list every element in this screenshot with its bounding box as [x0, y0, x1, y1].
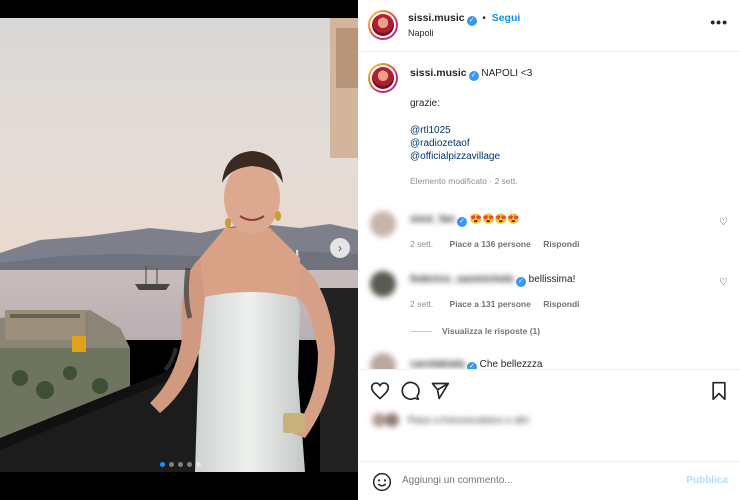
- comment-meta: 2 sett. Piace a 136 persone Rispondi: [410, 239, 580, 249]
- post-photo-pane: ›: [0, 0, 358, 500]
- comment-meta: 2 sett. Piace a 131 persone Rispondi: [410, 299, 580, 309]
- view-replies-button[interactable]: Visualizza le risposte (1): [410, 326, 540, 337]
- liker-avatar: [372, 413, 386, 427]
- heart-icon[interactable]: [370, 381, 390, 401]
- comment-time: 2 sett.: [410, 299, 434, 309]
- carousel-dot: [178, 462, 183, 467]
- caption-meta: Elemento modificato · 2 sett.: [410, 176, 518, 186]
- comment-input[interactable]: [402, 475, 662, 486]
- carousel-dot: [169, 462, 174, 467]
- publish-button[interactable]: Pubblica: [686, 475, 728, 486]
- comment-icon[interactable]: [400, 381, 420, 401]
- comment-text: 😍😍😍😍: [469, 214, 520, 225]
- carousel-next-button[interactable]: ›: [330, 238, 350, 258]
- commenter-avatar[interactable]: [370, 271, 396, 297]
- post-image[interactable]: [0, 18, 358, 472]
- comments-section: sissi.music ✓ NAPOLI <3 grazie: @rtl1025 …: [358, 53, 740, 369]
- post-header: sissi.music ✓ • Segui Napoli •••: [358, 0, 740, 52]
- follow-button[interactable]: Segui: [492, 12, 521, 24]
- caption-author-avatar[interactable]: [368, 63, 398, 93]
- comment-username[interactable]: federico_sanmichele: [410, 273, 514, 285]
- bookmark-icon[interactable]: [710, 381, 728, 401]
- post-caption: sissi.music ✓ NAPOLI <3 grazie: @rtl1025 …: [410, 67, 720, 188]
- comment-likes[interactable]: Piace a 136 persone: [450, 239, 531, 249]
- photo-scene: [0, 18, 358, 472]
- post-location[interactable]: Napoli: [408, 28, 434, 38]
- reply-button[interactable]: Rispondi: [543, 299, 579, 309]
- comment: carolabiala ✓ Che bellezzza: [410, 358, 542, 369]
- author-username[interactable]: sissi.music: [408, 12, 465, 24]
- comment: federico_sanmichele ✓ bellissima!: [410, 273, 575, 287]
- verified-badge-icon: ✓: [466, 362, 477, 369]
- mention-link[interactable]: @officialpizzavillage: [410, 150, 720, 163]
- post-actions: Piace a francescaliano e altri: [358, 369, 740, 429]
- verified-badge-icon: ✓: [456, 217, 467, 227]
- author-avatar[interactable]: [368, 10, 398, 40]
- carousel-dot: [196, 462, 201, 467]
- comment-username[interactable]: carolabiala: [410, 358, 465, 369]
- liker-avatar: [384, 413, 399, 427]
- caption-text: NAPOLI <3: [481, 68, 533, 79]
- comment: sissi_fan ✓ 😍😍😍😍: [410, 213, 520, 227]
- carousel-dot: [160, 462, 165, 467]
- mention-link[interactable]: @radiozetaof: [410, 137, 720, 150]
- commenter-avatar[interactable]: [370, 353, 396, 369]
- separator-dot: •: [482, 13, 486, 24]
- share-icon[interactable]: [430, 381, 450, 401]
- comment-like-heart-icon[interactable]: ♡: [719, 217, 728, 228]
- emoji-icon[interactable]: [372, 472, 392, 492]
- reply-button[interactable]: Rispondi: [543, 239, 579, 249]
- verified-badge-icon: ✓: [466, 16, 477, 26]
- post-side-panel: sissi.music ✓ • Segui Napoli ••• sissi.mu…: [358, 0, 740, 500]
- comment-like-heart-icon[interactable]: ♡: [719, 277, 728, 288]
- comment-time: 2 sett.: [410, 239, 434, 249]
- verified-badge-icon: ✓: [515, 277, 526, 287]
- likes-summary[interactable]: Piace a francescaliano e altri: [372, 413, 592, 429]
- comment-composer: Pubblica: [358, 461, 740, 500]
- likes-summary-text: Piace a francescaliano e altri: [407, 414, 530, 426]
- carousel-indicator: [160, 462, 201, 467]
- more-options-icon[interactable]: •••: [710, 14, 728, 30]
- comment-text: bellissima!: [528, 274, 576, 285]
- caption-username[interactable]: sissi.music: [410, 67, 467, 79]
- chevron-right-icon: ›: [338, 241, 342, 255]
- commenter-avatar[interactable]: [370, 211, 396, 237]
- comment-likes[interactable]: Piace a 131 persone: [450, 299, 531, 309]
- verified-badge-icon: ✓: [468, 71, 479, 81]
- comment-text: Che bellezzza: [479, 359, 543, 369]
- caption-line: grazie:: [410, 98, 441, 109]
- mention-link[interactable]: @rtl1025: [410, 124, 720, 137]
- carousel-dot: [187, 462, 192, 467]
- replies-divider: [410, 330, 432, 332]
- view-replies-label: Visualizza le risposte (1): [442, 326, 541, 336]
- comment-username[interactable]: sissi_fan: [410, 213, 455, 225]
